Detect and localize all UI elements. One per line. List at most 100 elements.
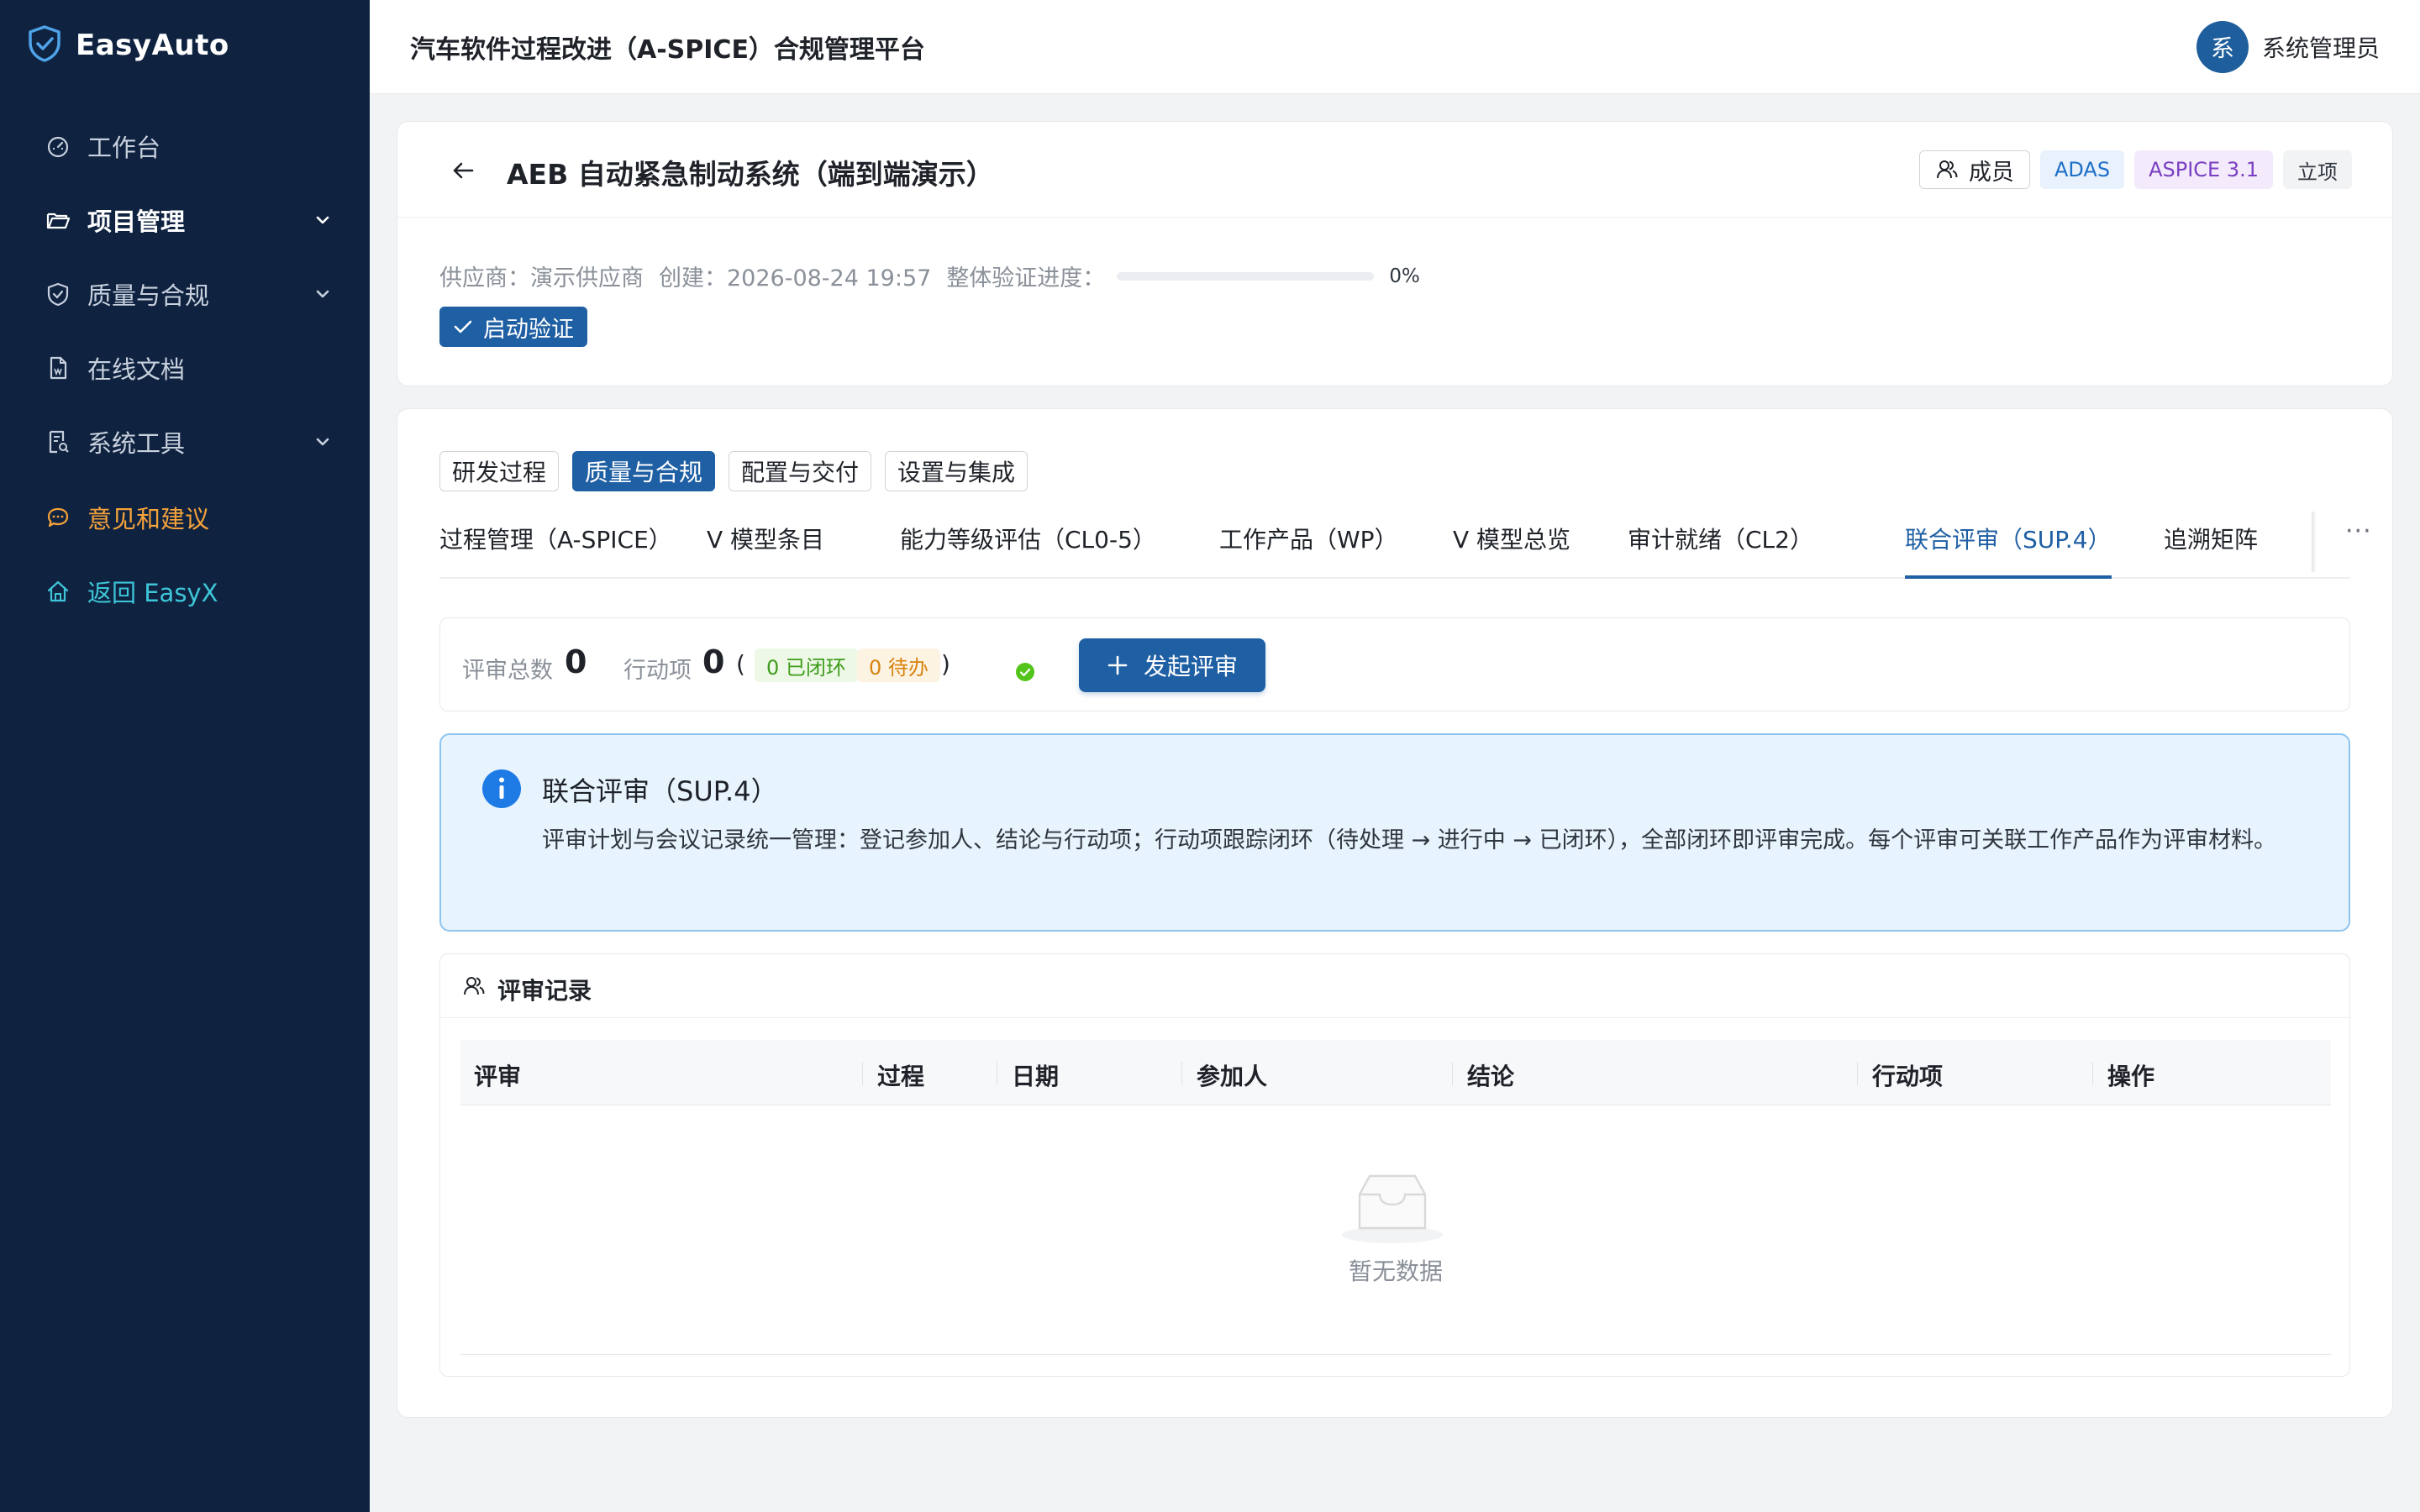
top-header: 汽车软件过程改进（A-SPICE）合规管理平台 系 系统管理员: [370, 0, 2420, 94]
plus-icon: [1107, 655, 1128, 675]
closed-badge: 0 已闭环: [755, 648, 858, 682]
project-tags: 成员 ADAS ASPICE 3.1 立项: [1909, 150, 2352, 189]
brand[interactable]: EasyAuto: [27, 25, 229, 66]
more-tabs-button[interactable]: ···: [2345, 517, 2372, 546]
table-bottom-border: [460, 1354, 2331, 1355]
chevron-down-icon: [316, 290, 329, 298]
check-circle-icon: [1016, 663, 1034, 681]
user-name[interactable]: 系统管理员: [2262, 30, 2380, 64]
group-tab-settings-integration[interactable]: 设置与集成: [885, 451, 1028, 491]
sidebar-item-feedback[interactable]: 意见和建议: [0, 480, 370, 554]
column-header-conclusion: 结论: [1467, 1063, 1515, 1090]
column-divider: [2092, 1062, 2093, 1085]
sidebar-item-label: 返回 EasyX: [87, 579, 218, 607]
sidebar: EasyAuto 工作台 项目管理 质量与合规 在线文档 系统工具 意见和建议 …: [0, 0, 370, 1512]
info-alert: 联合评审（SUP.4） 评审计划与会议记录统一管理：登记参加人、结论与行动项；行…: [439, 733, 2350, 932]
sidebar-item-label: 工作台: [87, 134, 161, 162]
progress-bar: [1117, 271, 1375, 281]
created-text: 创建：2026-08-24 19:57: [659, 265, 932, 291]
members-button[interactable]: 成员: [1918, 150, 2030, 189]
column-divider: [1857, 1062, 1858, 1085]
shield-logo-icon: [27, 24, 62, 66]
column-header-participants: 参加人: [1197, 1063, 1268, 1090]
column-header-process: 过程: [877, 1063, 925, 1090]
sidebar-item-label: 系统工具: [87, 429, 186, 458]
main-card: 研发过程 质量与合规 配置与交付 设置与集成 过程管理（A-SPICE） V 模…: [397, 408, 2393, 1418]
info-title: 联合评审（SUP.4）: [542, 775, 778, 807]
sidebar-item-projects[interactable]: 项目管理: [0, 183, 370, 257]
avatar[interactable]: 系: [2196, 21, 2249, 73]
review-total-value: 0: [565, 643, 587, 680]
domain-tag: ADAS: [2039, 150, 2125, 189]
progress-label: 整体验证进度：: [946, 265, 1106, 291]
standard-tag: ASPICE 3.1: [2134, 150, 2273, 189]
document-icon: [45, 354, 72, 381]
paren-close: ): [941, 650, 950, 678]
user-menu[interactable]: 系 系统管理员: [2196, 21, 2380, 73]
group-tab-quality[interactable]: 质量与合规: [572, 451, 716, 491]
project-card-header: AEB 自动紧急制动系统（端到端演示） 成员 ADAS ASPICE 3.1 立…: [397, 122, 2392, 218]
sidebar-item-back-easyx[interactable]: 返回 EasyX: [0, 554, 370, 628]
shield-check-icon: [45, 281, 72, 307]
supplier-text: 供应商：演示供应商: [439, 265, 644, 291]
sidebar-item-label: 质量与合规: [87, 281, 210, 310]
users-icon: [464, 977, 485, 995]
tab-v-model-overview[interactable]: V 模型总览: [1453, 522, 1570, 555]
chat-bubble-icon: [45, 504, 72, 531]
action-items-label: 行动项: [623, 658, 692, 684]
column-header-date: 日期: [1012, 1063, 1060, 1090]
group-tab-dev-process[interactable]: 研发过程: [439, 451, 560, 491]
folder-open-icon: [45, 207, 72, 234]
active-tab-indicator: [1905, 575, 2112, 579]
column-header-review: 评审: [474, 1063, 522, 1090]
sidebar-item-tools[interactable]: 系统工具: [0, 405, 370, 479]
project-meta: 供应商：演示供应商 创建：2026-08-24 19:57 整体验证进度： 0%: [439, 260, 1420, 292]
sidebar-item-label: 意见和建议: [87, 505, 210, 533]
tab-capability-assessment[interactable]: 能力等级评估（CL0-5）: [900, 522, 1156, 555]
start-verification-button[interactable]: 启动验证: [439, 307, 587, 347]
action-items-value: 0: [702, 643, 725, 680]
column-header-action-items: 行动项: [1872, 1063, 1944, 1090]
column-divider: [1181, 1062, 1182, 1085]
group-tabs: 研发过程 质量与合规 配置与交付 设置与集成: [439, 451, 1041, 491]
records-title: 评审记录: [497, 977, 592, 1005]
review-records-panel: 评审记录 评审 过程 日期 参加人 结论 行动项 操作 暂无数据: [439, 953, 2350, 1377]
sidebar-nav: 工作台 项目管理 质量与合规 在线文档 系统工具 意见和建议 返回 EasyX: [0, 109, 370, 628]
sidebar-item-label: 项目管理: [87, 207, 186, 236]
sidebar-item-workbench[interactable]: 工作台: [0, 109, 370, 183]
group-tab-config-delivery[interactable]: 配置与交付: [729, 451, 872, 491]
sidebar-item-label: 在线文档: [87, 355, 186, 384]
project-card: AEB 自动紧急制动系统（端到端演示） 成员 ADAS ASPICE 3.1 立…: [397, 121, 2393, 386]
tab-trace-matrix[interactable]: 追溯矩阵: [2164, 522, 2258, 555]
column-divider: [862, 1062, 863, 1085]
tab-audit-readiness[interactable]: 审计就绪（CL2）: [1628, 522, 1813, 555]
info-description: 评审计划与会议记录统一管理：登记参加人、结论与行动项；行动项跟踪闭环（待处理 →…: [542, 827, 2277, 853]
new-review-label: 发起评审: [1143, 653, 1238, 680]
tab-joint-review[interactable]: 联合评审（SUP.4）: [1905, 522, 2112, 555]
home-icon: [45, 578, 72, 605]
tab-work-products[interactable]: 工作产品（WP）: [1219, 522, 1398, 555]
tab-v-model-items[interactable]: V 模型条目: [707, 522, 824, 555]
progress-percent: 0%: [1389, 265, 1420, 287]
stage-tag: 立项: [2283, 150, 2352, 189]
chevron-down-icon: [316, 216, 329, 224]
column-divider: [1452, 1062, 1453, 1085]
start-verification-label: 启动验证: [483, 316, 574, 343]
tab-process-management[interactable]: 过程管理（A-SPICE）: [439, 522, 672, 555]
members-label: 成员: [1968, 159, 2014, 186]
check-icon: [454, 320, 472, 333]
project-title: AEB 自动紧急制动系统（端到端演示）: [507, 158, 994, 191]
pending-badge: 0 待办: [857, 648, 940, 682]
new-review-button[interactable]: 发起评审: [1079, 638, 1265, 692]
sub-tabs: 过程管理（A-SPICE） V 模型条目 能力等级评估（CL0-5） 工作产品（…: [439, 512, 2371, 579]
sidebar-item-docs[interactable]: 在线文档: [0, 331, 370, 405]
platform-title: 汽车软件过程改进（A-SPICE）合规管理平台: [410, 35, 925, 65]
back-arrow-icon[interactable]: [448, 155, 478, 186]
column-header-operation: 操作: [2107, 1063, 2155, 1090]
info-icon: [482, 769, 521, 808]
tool-doc-icon: [45, 428, 72, 455]
dashboard-icon: [45, 133, 72, 160]
sidebar-item-quality[interactable]: 质量与合规: [0, 257, 370, 331]
tabs-scroll-shadow: [2312, 512, 2317, 572]
table-header: 评审 过程 日期 参加人 结论 行动项 操作: [460, 1040, 2331, 1105]
